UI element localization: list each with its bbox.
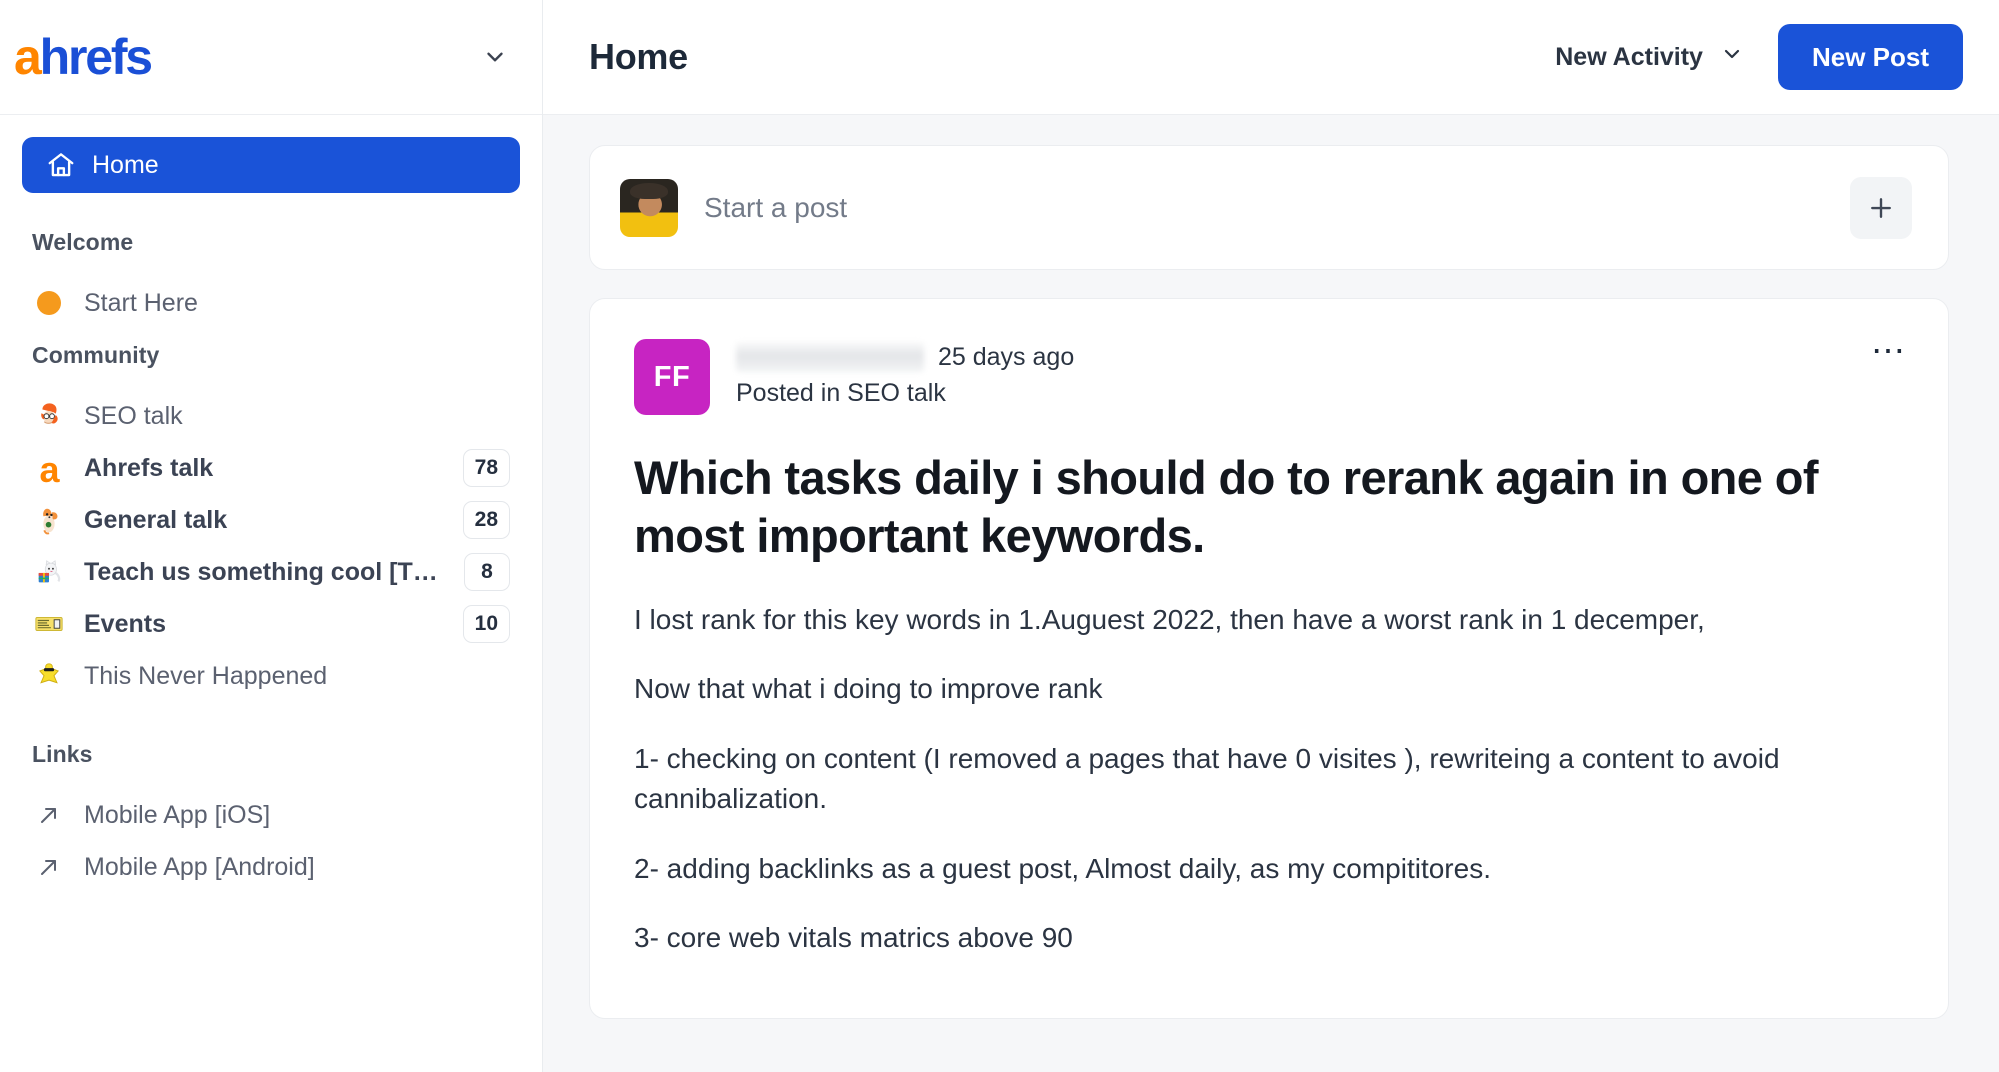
- post-paragraph: 1- checking on content (I removed a page…: [634, 743, 1780, 814]
- ahrefs-logo[interactable]: a hrefs: [14, 29, 153, 85]
- sidebar-item-label: SEO talk: [84, 401, 183, 430]
- sidebar-section-title-community: Community: [32, 342, 160, 368]
- sidebar-header: a hrefs: [0, 0, 542, 115]
- page-title: Home: [589, 36, 688, 77]
- external-link-icon: [32, 798, 66, 832]
- more-options-icon[interactable]: ⋯: [1871, 334, 1908, 368]
- sidebar-item-badge: 28: [462, 501, 510, 539]
- logo-text: hrefs: [39, 29, 153, 85]
- sidebar-item-badge: 8: [464, 553, 510, 591]
- post-composer[interactable]: Start a post: [589, 145, 1949, 270]
- sidebar-item-ahrefs-talk[interactable]: a Ahrefs talk 78: [22, 443, 520, 493]
- post-author-name[interactable]: [736, 342, 924, 372]
- activity-filter-dropdown[interactable]: New Activity: [1555, 42, 1744, 73]
- sidebar-item-start-here[interactable]: Start Here: [22, 278, 520, 328]
- post-paragraph: Now that what i doing to improve rank: [634, 673, 1103, 705]
- new-post-button[interactable]: New Post: [1777, 24, 1963, 90]
- top-bar: Home New Activity New Post: [543, 0, 1999, 115]
- post-body: I lost rank for this key words in 1.Augu…: [634, 600, 1904, 959]
- sidebar-section-title-links: Links: [32, 741, 93, 767]
- sidebar-item-badge: 78: [462, 449, 510, 487]
- ahrefs-a-icon: a: [39, 448, 59, 490]
- sidebar: a hrefs Home Welcome Start Here Community: [0, 0, 543, 1072]
- star-sunglasses-icon: [32, 659, 66, 693]
- sidebar-section-title-welcome: Welcome: [32, 229, 134, 255]
- sidebar-item-label: Mobile App [iOS]: [84, 800, 271, 829]
- chevron-down-icon[interactable]: [482, 44, 508, 70]
- sidebar-nav: Home Welcome Start Here Community SEO ta…: [0, 115, 542, 894]
- post-header: FF 25 days ago Posted in SEO talk: [634, 339, 1904, 415]
- sidebar-item-label: Start Here: [84, 288, 198, 317]
- sidebar-item-mobile-app-ios[interactable]: Mobile App [iOS]: [22, 790, 520, 840]
- app-root: a hrefs Home Welcome Start Here Community: [0, 0, 1999, 1072]
- sidebar-item-label: Ahrefs talk: [84, 453, 214, 482]
- external-link-icon: [32, 850, 66, 884]
- home-icon: [46, 150, 76, 180]
- logo-letter-a: a: [14, 29, 42, 85]
- sidebar-item-label: This Never Happened: [84, 661, 328, 690]
- sidebar-item-badge: 10: [462, 605, 510, 643]
- sidebar-item-events[interactable]: Events 10: [22, 599, 520, 649]
- avatar: [620, 178, 678, 237]
- sidebar-item-teach-us-something-cool[interactable]: Teach us something cool [TU… 8: [22, 547, 520, 597]
- add-attachment-button[interactable]: [1850, 176, 1912, 239]
- avatar[interactable]: FF: [634, 339, 710, 415]
- seo-mascot-icon: [32, 399, 66, 433]
- sidebar-item-seo-talk[interactable]: SEO talk: [22, 391, 520, 441]
- sidebar-item-home[interactable]: Home: [22, 137, 520, 193]
- post-meta: 25 days ago Posted in SEO talk: [736, 339, 1074, 408]
- sidebar-item-label: Events: [84, 609, 166, 638]
- top-bar-actions: New Activity New Post: [1555, 24, 1963, 90]
- cat-gift-icon: [32, 555, 66, 589]
- post-title[interactable]: Which tasks daily i should do to rerank …: [634, 449, 1904, 566]
- sidebar-item-label: Mobile App [Android]: [84, 852, 315, 881]
- main-content: Home New Activity New Post Start a post: [543, 0, 1999, 1072]
- post-card: ⋯ FF 25 days ago Posted in SEO talk Whic…: [589, 298, 1949, 1020]
- start-a-post-input[interactable]: Start a post: [704, 192, 1824, 224]
- post-paragraph: 3- core web vitals matrics above 90: [634, 922, 1073, 954]
- dog-mascot-icon: [32, 503, 66, 537]
- post-paragraph: 2- adding backlinks as a guest post, Alm…: [634, 852, 1491, 884]
- sidebar-item-mobile-app-android[interactable]: Mobile App [Android]: [22, 842, 520, 892]
- feed: Start a post ⋯ FF 25 days ago Posted in …: [543, 115, 1999, 1072]
- post-channel[interactable]: Posted in SEO talk: [736, 379, 1074, 408]
- sidebar-item-label-home: Home: [92, 150, 159, 179]
- sidebar-item-label: General talk: [84, 505, 228, 534]
- sidebar-item-this-never-happened[interactable]: This Never Happened: [22, 651, 520, 701]
- sidebar-item-label: Teach us something cool [TU…: [84, 557, 446, 586]
- post-timestamp: 25 days ago: [938, 342, 1075, 371]
- post-paragraph: I lost rank for this key words in 1.Augu…: [634, 603, 1705, 635]
- chevron-down-icon: [1720, 42, 1744, 73]
- activity-filter-label: New Activity: [1555, 42, 1703, 71]
- ticket-icon: [32, 607, 66, 641]
- sidebar-item-general-talk[interactable]: General talk 28: [22, 495, 520, 545]
- orange-dot-icon: [32, 286, 66, 320]
